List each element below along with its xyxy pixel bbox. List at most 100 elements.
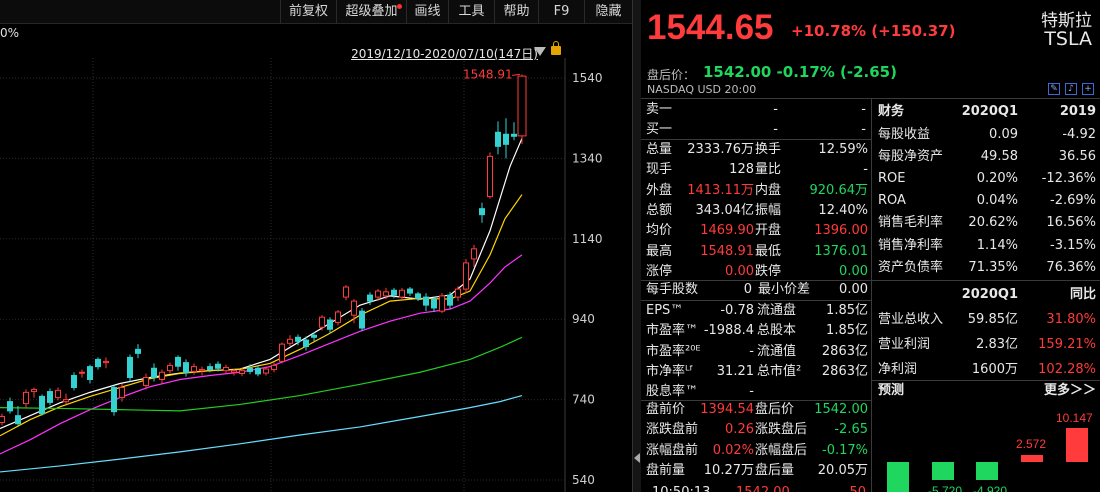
kline-chart[interactable]: 1540 1340 1140 940 740 540 1548.91 — [0, 0, 632, 492]
stat-value: 12.40% — [818, 202, 868, 218]
candlestick — [463, 258, 469, 294]
candlestick — [223, 364, 229, 374]
stat-row: 最高 1548.91 最低 1376.01 — [646, 242, 868, 262]
forecast-bar — [1021, 455, 1043, 462]
candle-body — [143, 376, 149, 387]
candlestick — [319, 315, 325, 331]
y-axis-tick-label: 1140 — [572, 232, 603, 246]
finance-value: 36.56 — [1058, 149, 1096, 165]
finance-value: 102.28% — [1038, 362, 1096, 377]
finance-row: 营业利润 2.83亿 159.21% — [878, 335, 1096, 355]
candle-body — [167, 364, 173, 372]
candle-body — [151, 367, 157, 378]
after-hours-value: 1542.00 -0.17% (-2.65) — [703, 63, 897, 81]
orderbook-volume: - — [861, 122, 866, 137]
candle-body — [0, 415, 5, 424]
candlestick — [7, 397, 13, 414]
finance-col-head: 2020Q1 — [961, 104, 1018, 119]
panel-splitter[interactable] — [632, 0, 641, 492]
candlestick — [327, 317, 333, 334]
candle-body — [503, 133, 509, 145]
y-axis-tick-label: 1340 — [572, 151, 603, 165]
candle-body — [55, 389, 61, 399]
stat-value: - — [749, 343, 754, 359]
candlestick — [103, 357, 109, 369]
stat-value: 1.85亿 — [826, 303, 868, 318]
finance-value: -3.15% — [1050, 237, 1096, 253]
finance-row: 净利润 1600万 102.28% — [878, 360, 1096, 380]
edit-icon[interactable]: ✎ — [1048, 83, 1060, 95]
divider — [871, 99, 872, 492]
candle-body — [359, 310, 365, 329]
orderbook-label: 卖一 — [646, 102, 673, 117]
overlay-badge-dot — [397, 4, 402, 9]
caret-left-icon[interactable] — [634, 453, 640, 463]
tick-row: 10:50:13 1542.00 50 — [646, 483, 868, 492]
candlestick — [95, 357, 101, 370]
moving-average-line — [0, 254, 523, 455]
candlestick — [55, 387, 61, 401]
moving-average-line — [0, 138, 523, 430]
candle-body — [31, 389, 37, 393]
finance-value: 2.83亿 — [976, 337, 1018, 352]
add-icon[interactable]: + — [1082, 83, 1094, 95]
candlestick — [127, 354, 133, 382]
candle-body — [399, 289, 405, 298]
candlestick — [23, 389, 29, 408]
f9-button[interactable]: F9 — [538, 0, 584, 24]
candle-body — [111, 387, 117, 413]
super-overlay-button[interactable]: 超级叠加 — [336, 0, 406, 24]
candle-body — [231, 370, 237, 373]
stat-row: 均价 1469.90 开盘 1396.00 — [646, 221, 868, 241]
candlestick — [135, 344, 141, 359]
caret-down-icon[interactable] — [534, 47, 546, 56]
stat-value: 1469.90 — [700, 223, 754, 239]
bell-icon[interactable]: ♪ — [1065, 83, 1077, 95]
high-marker-line — [511, 73, 521, 76]
candlestick — [423, 293, 429, 312]
tick-time: 10:50:13 — [652, 483, 722, 492]
finance-value: 1600万 — [971, 362, 1018, 377]
orderbook-price: - — [773, 122, 778, 137]
candle-body — [439, 295, 445, 312]
stat-value: 0.00 — [839, 263, 868, 279]
kline-chart-area[interactable]: 1540 1340 1140 940 740 540 1548.91 前复权 超级叠加 画线… — [0, 0, 632, 492]
hide-button[interactable]: 隐藏 — [584, 0, 632, 24]
candle-body — [127, 356, 133, 378]
candlestick — [287, 335, 293, 347]
help-button[interactable]: 帮助 — [494, 0, 538, 24]
candlestick — [47, 388, 53, 406]
adjust-forward-button[interactable]: 前复权 — [280, 0, 336, 24]
stat-value: 2863亿 — [821, 343, 868, 359]
candle-body — [7, 401, 13, 412]
finance-value: 0.20% — [976, 171, 1018, 187]
candle-body — [39, 395, 45, 415]
stat-label: 总股本 — [757, 323, 797, 339]
finance-value: 0.09 — [989, 127, 1018, 142]
lock-icon[interactable] — [551, 41, 561, 55]
candle-body — [119, 387, 125, 399]
more-link[interactable]: 更多＞＞ — [1028, 381, 1096, 401]
date-range-selector[interactable]: 2019/12/10-2020/07/10(147日) — [351, 45, 538, 62]
tick-price: 1542.00 — [736, 483, 796, 492]
finance-row: 销售净利率 1.14% -3.15% — [878, 236, 1096, 256]
stat-value: 0.02% — [712, 442, 754, 458]
forecast-bar-label: -5.720 — [928, 484, 962, 492]
y-axis-tick-label: 540 — [572, 473, 595, 487]
candlestick — [71, 372, 77, 391]
y-axis-tick-label: 940 — [572, 312, 595, 326]
candle-body — [23, 391, 29, 405]
tools-button[interactable]: 工具 — [448, 0, 494, 24]
draw-line-button[interactable]: 画线 — [406, 0, 448, 24]
stat-label: 每手股数 — [646, 282, 699, 297]
finance-value: 0.04% — [976, 193, 1018, 209]
candlestick — [511, 122, 517, 141]
candle-body — [87, 366, 93, 380]
stat-value: 1.85亿 — [826, 323, 868, 339]
finance-value: 1.14% — [976, 237, 1018, 253]
stat-value: 1542.00 — [814, 402, 868, 417]
forecast-bar — [1066, 428, 1088, 462]
candlestick — [63, 393, 69, 405]
finance-value: 49.58 — [980, 149, 1018, 165]
stat-label: 流通盘 — [757, 303, 797, 318]
